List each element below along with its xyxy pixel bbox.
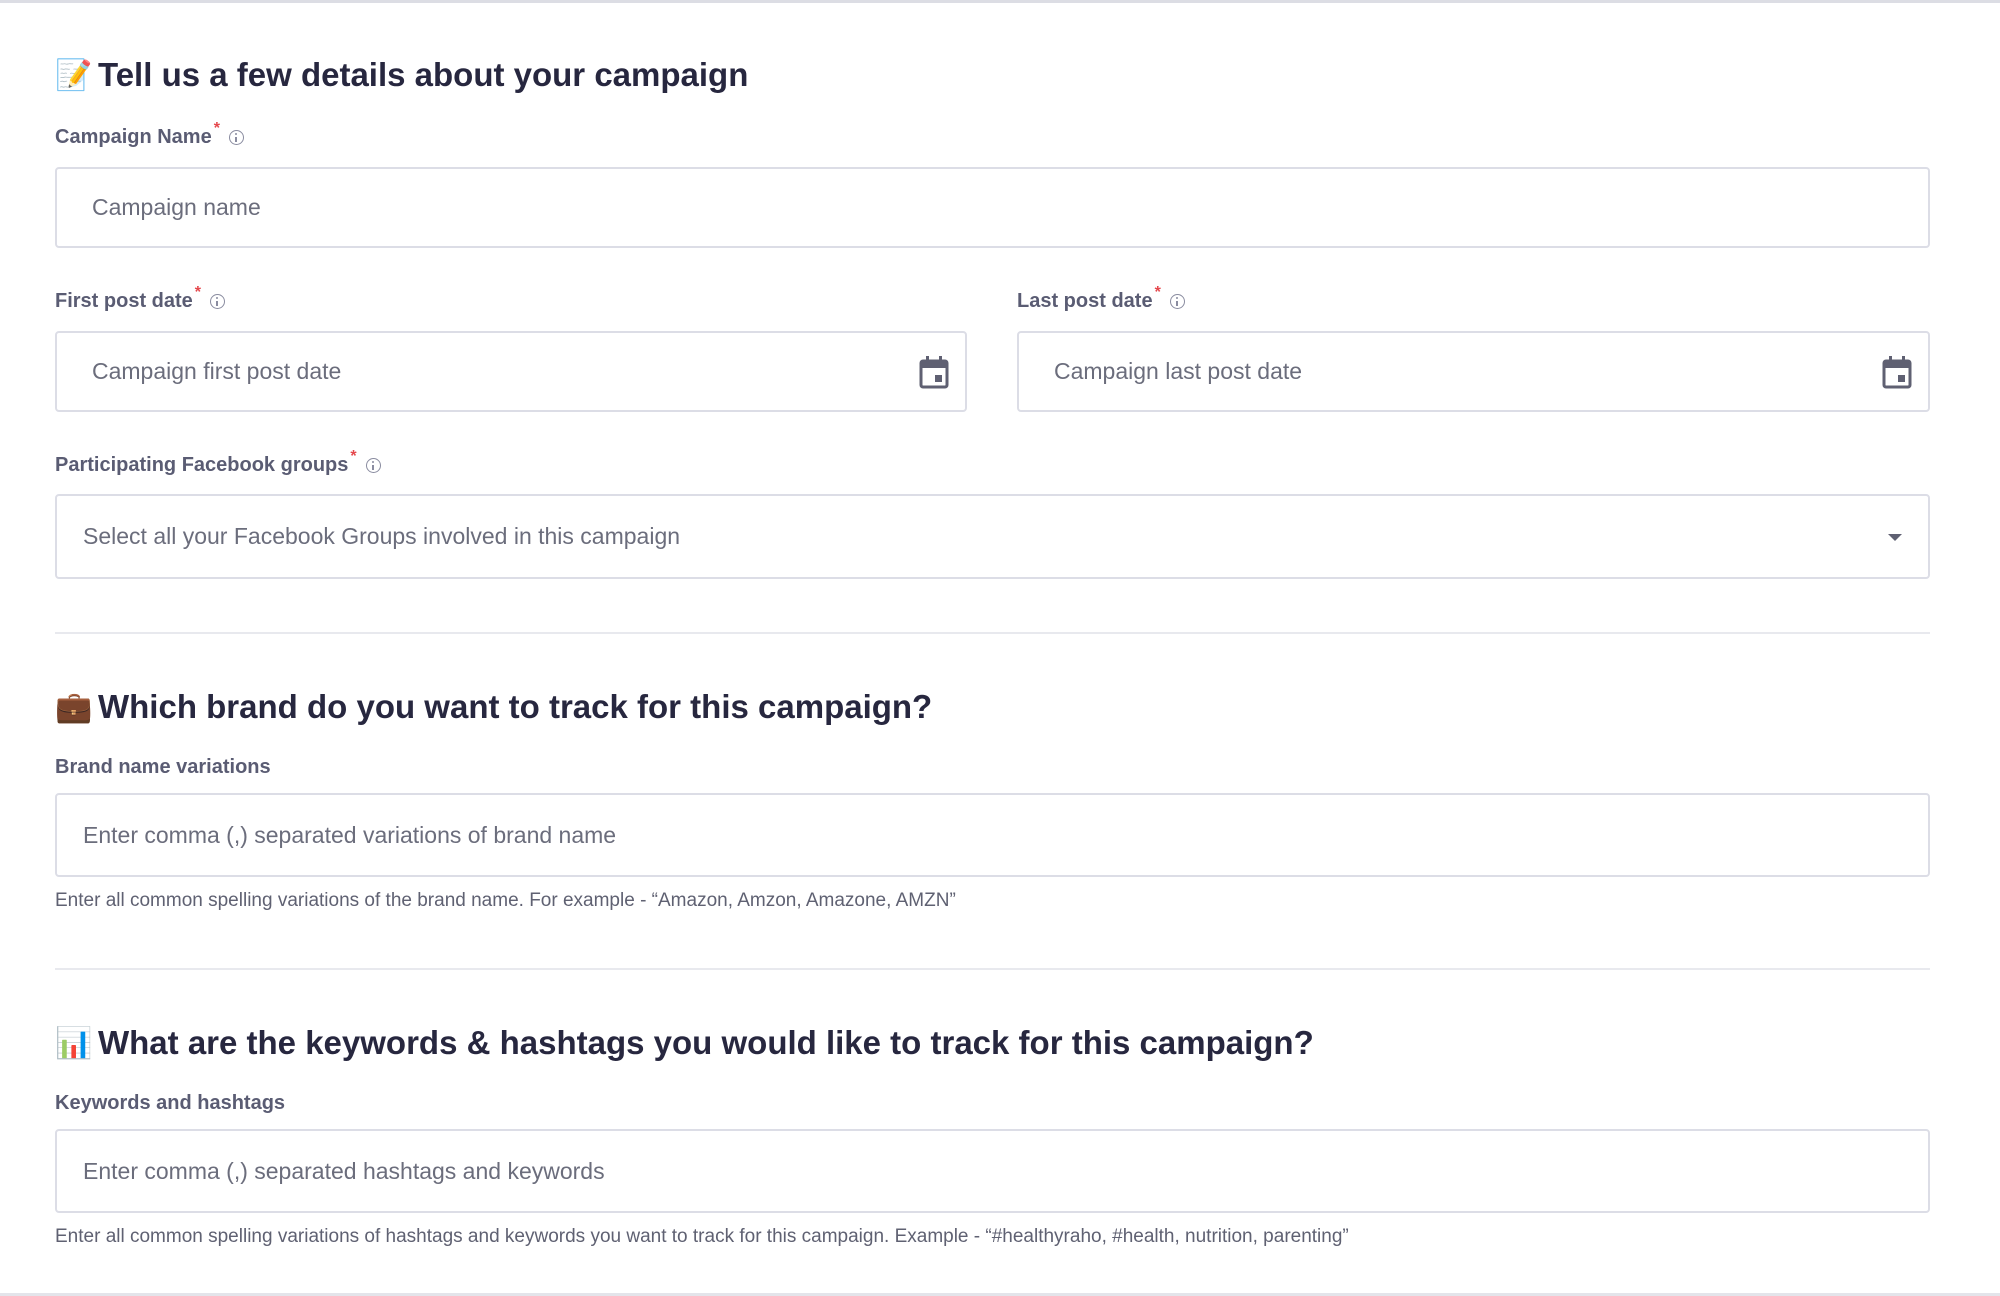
first-post-date-field[interactable] [55, 331, 967, 412]
section-heading-brand: 💼 Which brand do you want to track for t… [55, 688, 932, 726]
section-divider [55, 968, 1930, 970]
required-asterisk: * [213, 120, 220, 137]
caret-down-icon[interactable] [1888, 534, 1902, 541]
required-asterisk: * [194, 284, 202, 301]
campaign-name-label: Campaign Name * [55, 120, 244, 149]
section-divider [55, 632, 1930, 634]
keywords-field[interactable] [55, 1129, 1930, 1213]
last-post-date-label: Last post date * [1017, 284, 1185, 313]
last-post-date-field[interactable] [1017, 331, 1930, 412]
keywords-hint: Enter all common spelling variations of … [55, 1226, 1349, 1247]
brand-variations-field[interactable] [55, 793, 1930, 877]
brand-variations-hint: Enter all common spelling variations of … [55, 890, 956, 911]
bar-chart-emoji-icon: 📊 [55, 1026, 93, 1060]
label-text: First post date [55, 290, 193, 312]
keywords-input[interactable] [83, 1157, 1928, 1185]
label-text: Keywords and hashtags [55, 1092, 286, 1114]
section-title: Which brand do you want to track for thi… [98, 688, 933, 725]
calendar-icon[interactable] [919, 355, 949, 389]
briefcase-emoji-icon: 💼 [55, 690, 93, 724]
label-text: Last post date [1017, 290, 1153, 312]
top-border [0, 0, 2000, 3]
keywords-label: Keywords and hashtags [55, 1092, 285, 1115]
facebook-groups-label: Participating Facebook groups * [55, 448, 381, 477]
campaign-name-field[interactable] [55, 167, 1930, 248]
info-icon[interactable] [228, 130, 244, 145]
first-post-date-input[interactable] [92, 358, 965, 385]
required-asterisk: * [1154, 284, 1161, 301]
required-asterisk: * [350, 448, 357, 465]
section-heading-details: 📝 Tell us a few details about your campa… [55, 56, 748, 94]
info-icon[interactable] [1169, 294, 1185, 309]
brand-variations-input[interactable] [83, 821, 1928, 849]
last-post-date-input[interactable] [1054, 358, 1928, 385]
facebook-groups-placeholder: Select all your Facebook Groups involved… [83, 523, 681, 549]
campaign-name-input[interactable] [92, 194, 1928, 221]
info-icon[interactable] [210, 294, 226, 309]
memo-emoji-icon: 📝 [55, 58, 93, 92]
brand-variations-label: Brand name variations [55, 756, 271, 779]
label-text: Brand name variations [55, 756, 271, 778]
section-heading-keywords: 📊 What are the keywords & hashtags you w… [55, 1024, 1314, 1062]
label-text: Participating Facebook groups [55, 454, 349, 476]
section-title: Tell us a few details about your campaig… [98, 56, 749, 93]
facebook-groups-select[interactable]: Select all your Facebook Groups involved… [55, 494, 1930, 579]
label-text: Campaign Name [55, 126, 212, 148]
section-title: What are the keywords & hashtags you wou… [98, 1024, 1314, 1061]
info-icon[interactable] [365, 458, 381, 473]
calendar-icon[interactable] [1882, 355, 1912, 389]
first-post-date-label: First post date * [55, 284, 226, 313]
